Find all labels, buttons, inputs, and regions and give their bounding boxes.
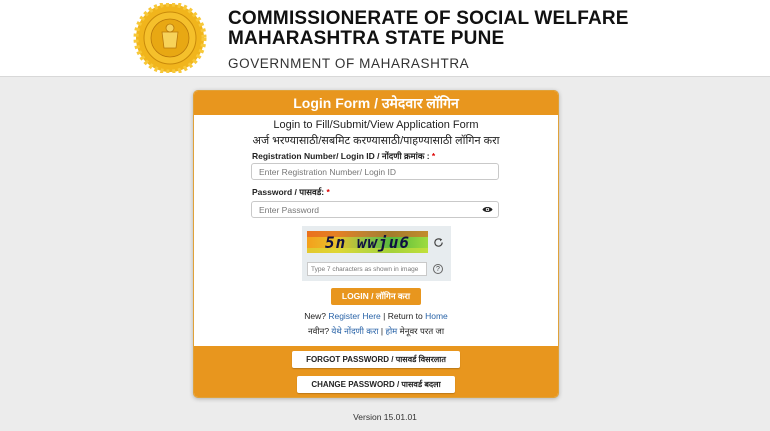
captcha-panel: 5n wwju6 Type 7 characters as shown in i… bbox=[302, 226, 451, 281]
link-separator: | bbox=[383, 311, 386, 321]
captcha-text: 5n wwju6 bbox=[324, 233, 411, 252]
registration-label: Registration Number/ Login ID / नोंदणी क… bbox=[252, 151, 435, 162]
intro-english: Login to Fill/Submit/View Application Fo… bbox=[273, 119, 479, 131]
return-prefix: Return to bbox=[387, 311, 423, 321]
home-link[interactable]: Home bbox=[425, 311, 448, 321]
link-separator: | bbox=[380, 326, 384, 336]
login-form-heading: Login Form / उमेदवार लॉगिन bbox=[194, 91, 558, 115]
login-button[interactable]: LOGIN / लॉगिन करा bbox=[331, 288, 421, 305]
required-marker: * bbox=[431, 151, 436, 161]
header-subtitle: GOVERNMENT OF MAHARASHTRA bbox=[228, 56, 470, 71]
register-home-links-mr: नवीन? येथे नोंदणी करा | होम मेनूवर परत ज… bbox=[194, 326, 558, 337]
captcha-input[interactable]: Type 7 characters as shown in image bbox=[307, 262, 427, 276]
new-prefix: New? bbox=[304, 311, 326, 321]
password-label-text: Password / पासवर्ड: bbox=[252, 187, 325, 197]
version-label: Version 15.01.01 bbox=[353, 412, 417, 422]
register-home-links-en: New? Register Here | Return to Home bbox=[194, 311, 558, 321]
required-marker: * bbox=[326, 187, 330, 197]
forgot-password-button[interactable]: FORGOT PASSWORD / पासवर्ड विसरलात bbox=[292, 351, 460, 368]
header-title-line2: MAHARASHTRA STATE PUNE bbox=[228, 28, 505, 49]
register-here-link[interactable]: Register Here bbox=[328, 311, 380, 321]
password-label: Password / पासवर्ड: * bbox=[252, 187, 330, 198]
intro-marathi: अर्ज भरण्यासाठी/सबमिट करण्यासाठी/पाहण्या… bbox=[252, 135, 500, 147]
help-icon[interactable]: ? bbox=[433, 264, 443, 274]
site-header: COMMISSIONERATE OF SOCIAL WELFARE MAHARA… bbox=[0, 0, 770, 77]
captcha-placeholder: Type 7 characters as shown in image bbox=[311, 266, 419, 273]
new-prefix-marathi: नवीन? bbox=[307, 326, 330, 336]
eye-icon[interactable] bbox=[482, 205, 493, 214]
header-title-line1: COMMISSIONERATE OF SOCIAL WELFARE bbox=[228, 8, 629, 29]
registration-input[interactable]: Enter Registration Number/ Login ID bbox=[251, 163, 499, 180]
register-here-link-marathi[interactable]: येथे नोंदणी करा bbox=[331, 326, 378, 336]
password-placeholder: Enter Password bbox=[259, 205, 319, 215]
home-link-marathi[interactable]: होम bbox=[385, 326, 397, 336]
registration-placeholder: Enter Registration Number/ Login ID bbox=[259, 167, 397, 177]
refresh-icon[interactable] bbox=[433, 237, 444, 248]
login-card: Login Form / उमेदवार लॉगिन Login to Fill… bbox=[193, 90, 559, 398]
government-seal-logo bbox=[133, 3, 207, 73]
change-password-button[interactable]: CHANGE PASSWORD / पासवर्ड बदला bbox=[297, 376, 455, 393]
password-input[interactable]: Enter Password bbox=[251, 201, 499, 218]
captcha-image: 5n wwju6 bbox=[307, 231, 428, 253]
return-suffix-marathi: मेनूवर परत जा bbox=[399, 326, 445, 336]
registration-label-text: Registration Number/ Login ID / नोंदणी क… bbox=[252, 151, 430, 161]
password-actions-panel: FORGOT PASSWORD / पासवर्ड विसरलात CHANGE… bbox=[194, 346, 558, 397]
